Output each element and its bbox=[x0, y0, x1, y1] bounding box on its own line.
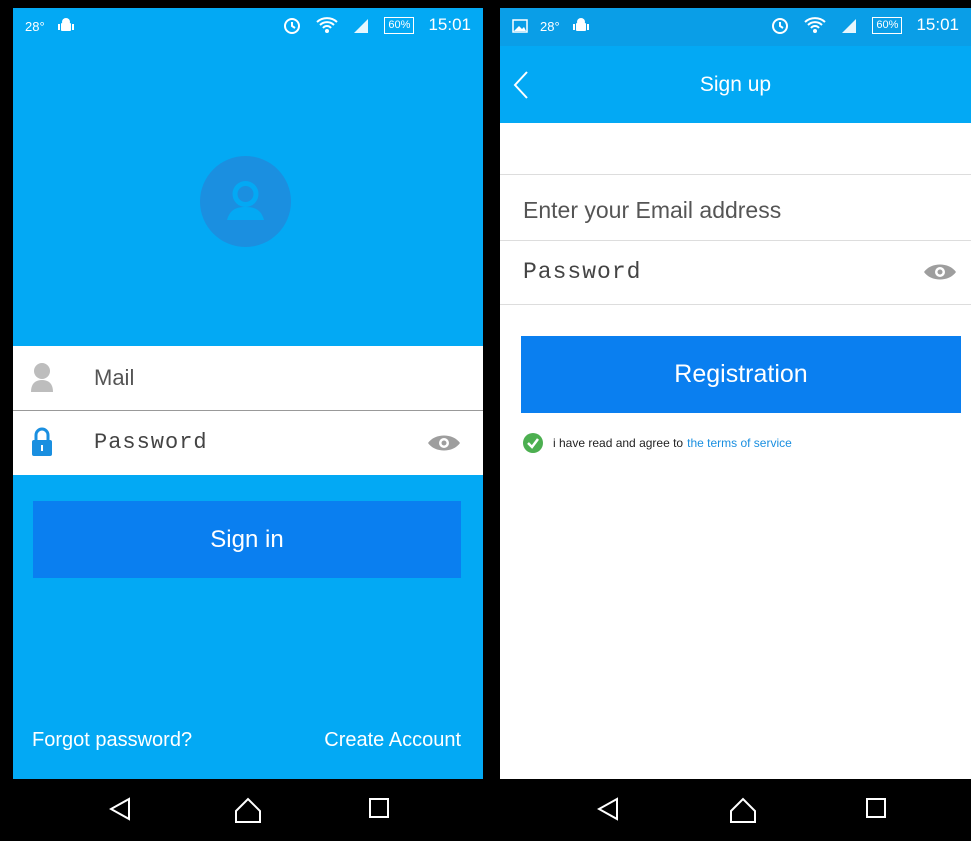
signal-icon bbox=[842, 19, 857, 33]
terms-text: i have read and agree to bbox=[553, 436, 684, 450]
registration-button[interactable]: Registration bbox=[521, 336, 961, 413]
password-input[interactable]: Password bbox=[523, 259, 641, 285]
page-title: Sign up bbox=[699, 73, 772, 96]
divider bbox=[500, 174, 971, 175]
home-icon[interactable] bbox=[729, 797, 757, 823]
alarm-icon bbox=[284, 18, 301, 34]
password-placeholder: Password bbox=[94, 430, 208, 455]
temperature: 28° bbox=[25, 18, 45, 34]
nav-bar bbox=[13, 779, 483, 841]
check-icon[interactable] bbox=[523, 433, 543, 453]
clock: 15:01 bbox=[916, 15, 959, 34]
eye-icon[interactable] bbox=[923, 262, 957, 282]
app-bar: Sign up bbox=[500, 46, 971, 123]
create-account-link[interactable]: Create Account bbox=[324, 729, 461, 752]
divider bbox=[500, 240, 971, 241]
mail-placeholder: Mail bbox=[94, 365, 135, 390]
wifi-icon bbox=[804, 17, 827, 33]
eye-icon[interactable] bbox=[427, 433, 461, 453]
android-icon bbox=[57, 18, 74, 31]
nav-bar bbox=[500, 779, 971, 841]
recents-icon[interactable] bbox=[865, 797, 887, 819]
back-icon[interactable] bbox=[109, 797, 131, 821]
signup-screen: 28° 60% 15:01 Sign up Enter your Email a… bbox=[500, 8, 971, 841]
status-bar: 28° 60% 15:01 bbox=[500, 8, 971, 46]
terms-link[interactable]: the terms of service bbox=[687, 436, 792, 450]
clock: 15:01 bbox=[428, 15, 471, 34]
mail-field[interactable]: Mail bbox=[13, 346, 483, 410]
login-screen: 28° 60% 15:01 Mail Password Sign in Forg… bbox=[13, 8, 483, 841]
home-icon[interactable] bbox=[234, 797, 262, 823]
lock-icon bbox=[32, 427, 52, 456]
password-field[interactable]: Password bbox=[13, 411, 483, 475]
user-icon bbox=[31, 363, 53, 392]
android-icon bbox=[572, 18, 589, 31]
wifi-icon bbox=[316, 17, 339, 33]
sign-in-button[interactable]: Sign in bbox=[33, 501, 461, 578]
temperature: 28° bbox=[540, 18, 560, 34]
email-input[interactable]: Enter your Email address bbox=[523, 197, 781, 224]
status-bar: 28° 60% 15:01 bbox=[13, 8, 483, 46]
back-icon[interactable] bbox=[597, 797, 619, 821]
battery-icon: 60% bbox=[872, 16, 903, 34]
recents-icon[interactable] bbox=[368, 797, 390, 819]
image-icon bbox=[512, 19, 528, 33]
signal-icon bbox=[354, 19, 369, 33]
alarm-icon bbox=[772, 18, 789, 34]
forgot-password-link[interactable]: Forgot password? bbox=[32, 729, 192, 752]
battery-icon: 60% bbox=[384, 16, 415, 34]
divider bbox=[500, 304, 971, 305]
terms-row: i have read and agree to the terms of se… bbox=[523, 433, 792, 453]
user-avatar-icon bbox=[200, 156, 291, 247]
